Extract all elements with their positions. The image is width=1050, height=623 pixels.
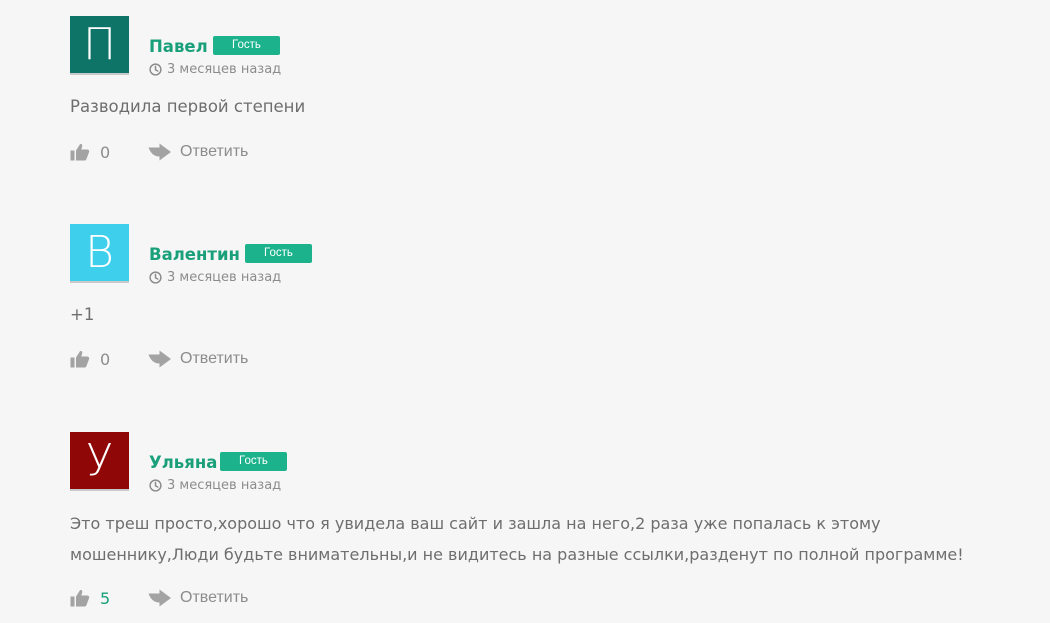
author-name[interactable]: Павел <box>149 37 208 56</box>
reply-button[interactable]: Ответить <box>180 589 248 607</box>
author-name[interactable]: Валентин <box>149 245 240 264</box>
thumbs-up-icon[interactable] <box>70 350 90 368</box>
avatar-letter: У <box>86 435 113 486</box>
comment-actions: 0 Ответить <box>70 140 248 164</box>
reply-button[interactable]: Ответить <box>180 350 248 368</box>
reply-arrow-icon[interactable] <box>148 350 172 368</box>
comment-time: 3 месяцев назад <box>149 62 281 77</box>
comment-text: +1 <box>70 305 95 324</box>
comment-time-text: 3 месяцев назад <box>167 478 282 493</box>
clock-icon <box>149 479 162 492</box>
comment-time: 3 месяцев назад <box>149 478 281 493</box>
comment-text: Разводила первой степени <box>70 97 306 116</box>
comment-time-text: 3 месяцев назад <box>167 270 282 285</box>
comment-actions: 0 Ответить <box>70 347 248 371</box>
like-count: 5 <box>100 588 111 608</box>
reply-arrow-icon[interactable] <box>148 589 172 607</box>
clock-icon <box>149 63 162 76</box>
comment-time: 3 месяцев назад <box>149 270 281 285</box>
guest-badge: Гость <box>220 452 287 471</box>
guest-badge: Гость <box>213 36 280 55</box>
avatar[interactable]: У <box>70 432 129 491</box>
avatar-letter: П <box>82 19 117 70</box>
clock-icon <box>149 271 162 284</box>
like-count: 0 <box>100 349 111 369</box>
avatar[interactable]: П <box>70 16 129 75</box>
comment-time-text: 3 месяцев назад <box>167 62 282 77</box>
guest-badge: Гость <box>245 244 312 263</box>
comment-text: Это треш просто,хорошо что я увидела ваш… <box>70 514 964 564</box>
avatar-letter: В <box>85 227 114 278</box>
comment-actions: 5 Ответить <box>70 586 248 610</box>
avatar[interactable]: В <box>70 224 129 283</box>
reply-button[interactable]: Ответить <box>180 143 248 161</box>
thumbs-up-icon[interactable] <box>70 143 90 161</box>
author-name[interactable]: Ульяна <box>149 453 217 472</box>
like-count: 0 <box>100 142 111 162</box>
reply-arrow-icon[interactable] <box>148 143 172 161</box>
thumbs-up-icon[interactable] <box>70 589 90 607</box>
